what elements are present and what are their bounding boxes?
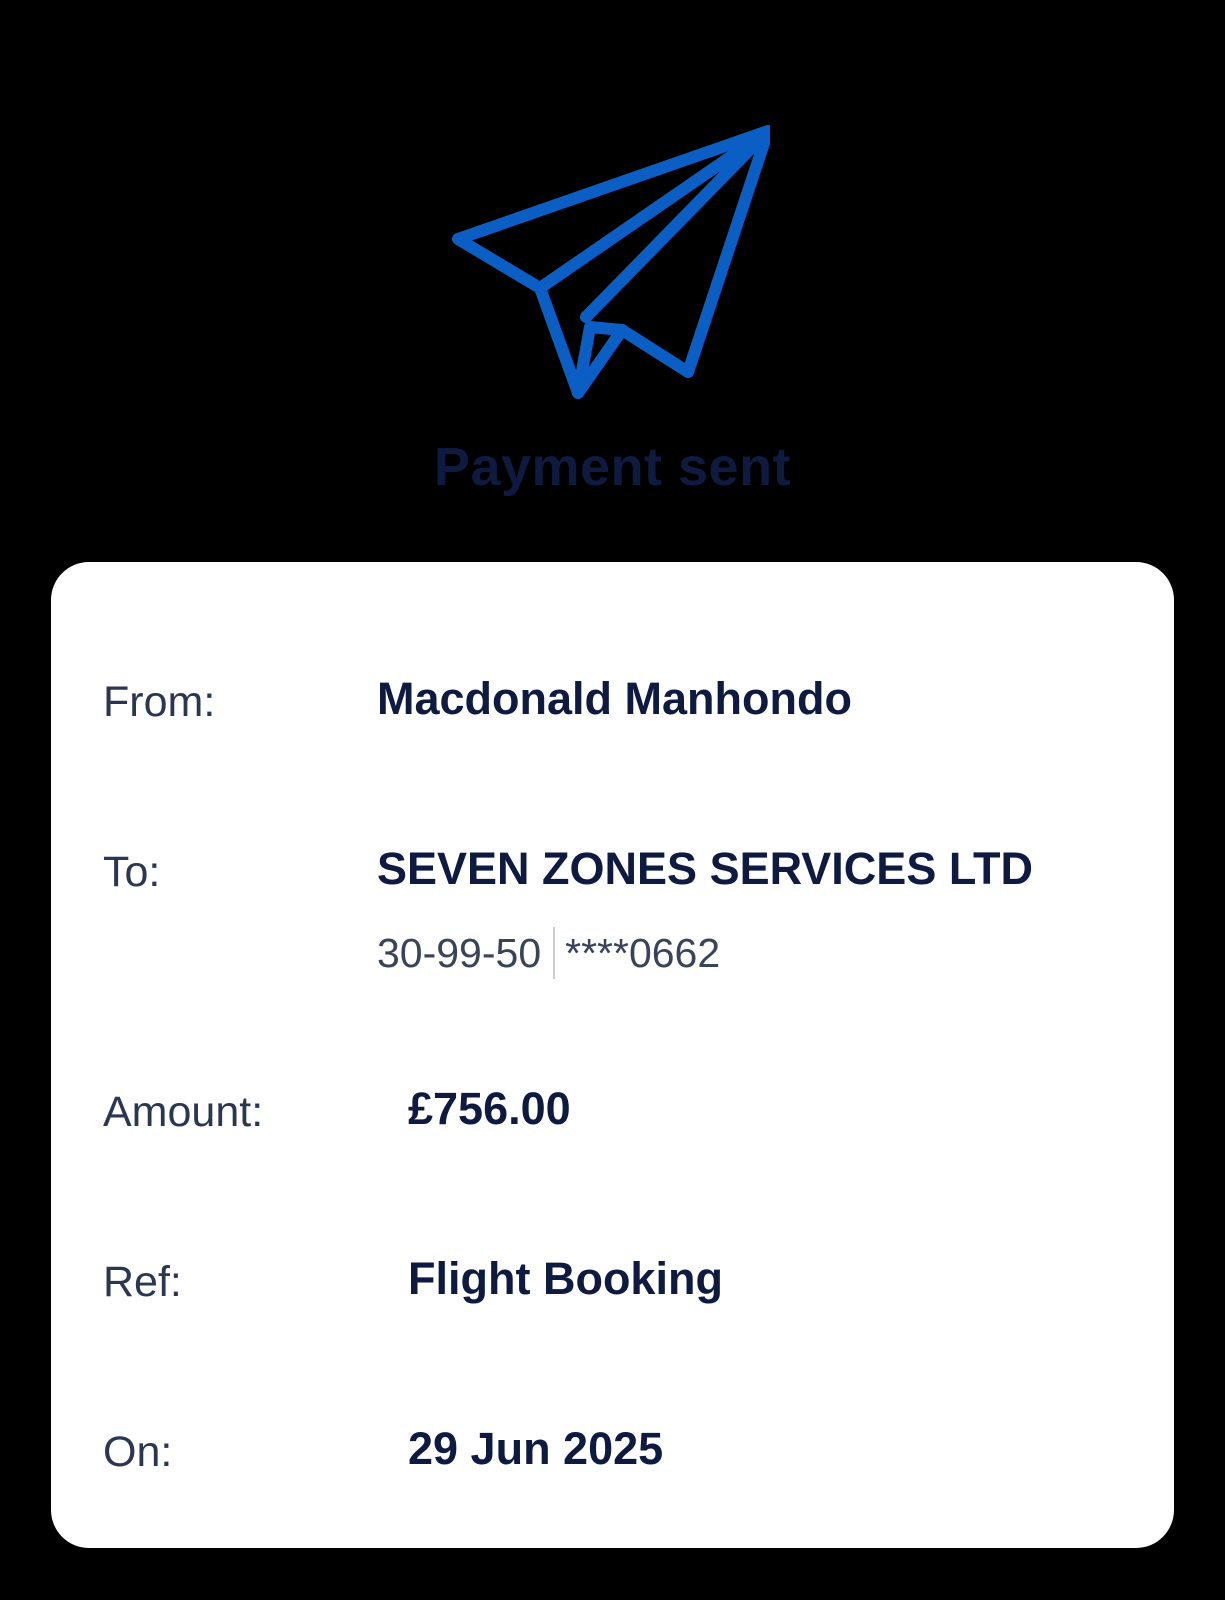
to-value: SEVEN ZONES SERVICES LTD (377, 843, 1033, 894)
amount-value: £756.00 (408, 1083, 571, 1134)
page-title: Payment sent (433, 437, 792, 497)
account-details: 30-99-50 ****0662 (377, 927, 720, 979)
sort-code: 30-99-50 (377, 929, 542, 976)
divider (553, 927, 556, 979)
account-number: ****0662 (565, 929, 721, 976)
from-label: From: (103, 678, 216, 726)
paper-plane-icon (452, 125, 770, 399)
amount-label: Amount: (103, 1088, 264, 1136)
date-label: On: (103, 1428, 173, 1476)
from-value: Macdonald Manhondo (377, 673, 852, 724)
to-label: To: (103, 848, 161, 896)
payment-confirmation-screen: Payment sent From: Macdonald Manhondo To… (0, 0, 1225, 1600)
date-value: 29 Jun 2025 (408, 1423, 664, 1474)
payment-details-card: From: Macdonald Manhondo To: SEVEN ZONES… (51, 562, 1174, 1548)
ref-value: Flight Booking (408, 1253, 723, 1304)
ref-label: Ref: (103, 1258, 182, 1306)
